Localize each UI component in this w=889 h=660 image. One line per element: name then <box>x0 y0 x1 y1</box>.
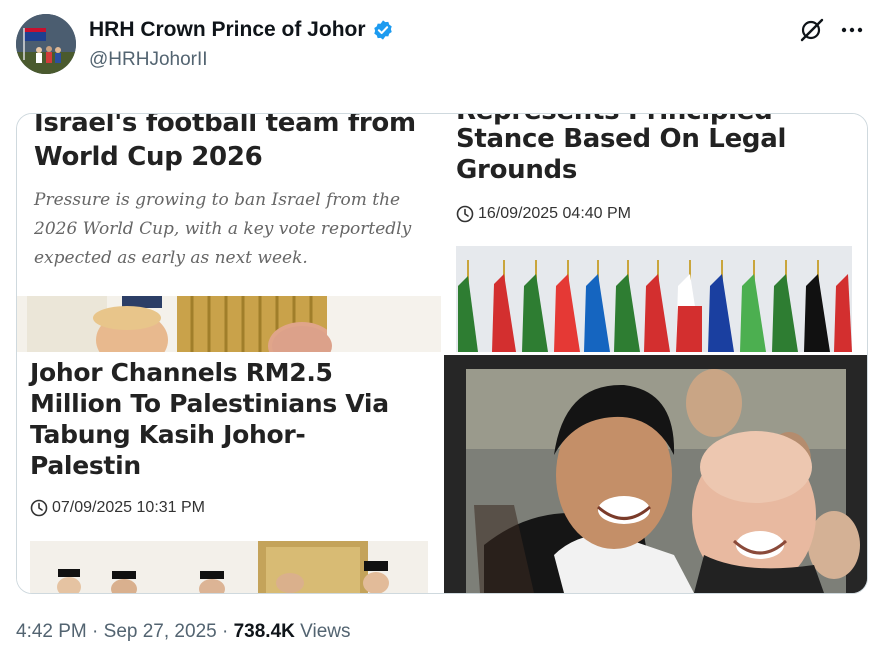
media-panel-4[interactable] <box>444 355 867 593</box>
media-panel-2[interactable]: Represents Principled Stance Based On Le… <box>444 114 867 352</box>
panel2-headline-line3: Grounds <box>456 155 578 185</box>
avatar[interactable] <box>16 14 76 74</box>
panel2-headline-line2: Stance Based On Legal <box>456 124 787 154</box>
panel2-timestamp: 16/09/2025 04:40 PM <box>478 205 632 222</box>
meta-separator: · <box>221 621 229 642</box>
panel1-headline-line2: World Cup 2026 <box>34 142 263 172</box>
more-icon[interactable] <box>838 16 866 44</box>
author-handle[interactable]: @HRHJohorII <box>89 49 208 71</box>
meta-separator: · <box>92 621 99 642</box>
tweet-time[interactable]: 4:42 PM <box>16 621 87 642</box>
panel3-headline-line1: Johor Channels RM2.5 <box>30 358 333 387</box>
author-name-row[interactable]: HRH Crown Prince of Johor <box>89 18 394 42</box>
media-grid: Israel's football team from World Cup 20… <box>16 113 868 594</box>
media-panel-3[interactable]: Johor Channels RM2.5 Million To Palestin… <box>17 355 441 593</box>
panel3-timestamp-row: 07/09/2025 10:31 PM <box>30 499 205 517</box>
clock-icon <box>456 205 474 223</box>
panel3-headline-line2: Million To Palestinians Via <box>30 389 389 418</box>
views-label: Views <box>300 621 351 642</box>
grok-icon[interactable] <box>798 16 826 44</box>
verified-badge-icon <box>372 19 394 41</box>
panel1-summary-line3: expected as early as next week. <box>34 248 308 268</box>
panel3-photo <box>30 541 428 593</box>
views-count[interactable]: 738.4K <box>234 621 295 642</box>
panel1-headline-line1: Israel's football team from <box>34 114 416 138</box>
panel1-photo <box>17 296 441 352</box>
panel1-summary-line2: 2026 World Cup, with a key vote reported… <box>34 219 412 239</box>
tweet-date[interactable]: Sep 27, 2025 <box>104 621 217 642</box>
panel1-summary-line1: Pressure is growing to ban Israel from t… <box>34 190 401 210</box>
media-panel-1[interactable]: Israel's football team from World Cup 20… <box>17 114 441 352</box>
panel3-headline-line4: Palestin <box>30 451 141 480</box>
panel3-timestamp: 07/09/2025 10:31 PM <box>52 499 206 516</box>
tweet-meta-footer: 4:42 PM · Sep 27, 2025 · 738.4K Views <box>16 621 351 643</box>
panel4-photo <box>444 355 867 593</box>
panel2-timestamp-row: 16/09/2025 04:40 PM <box>456 205 631 223</box>
panel3-headline-line3: Tabung Kasih Johor- <box>30 420 306 449</box>
panel2-flags-photo <box>456 246 852 352</box>
clock-icon <box>30 499 48 517</box>
display-name[interactable]: HRH Crown Prince of Johor <box>89 18 366 42</box>
